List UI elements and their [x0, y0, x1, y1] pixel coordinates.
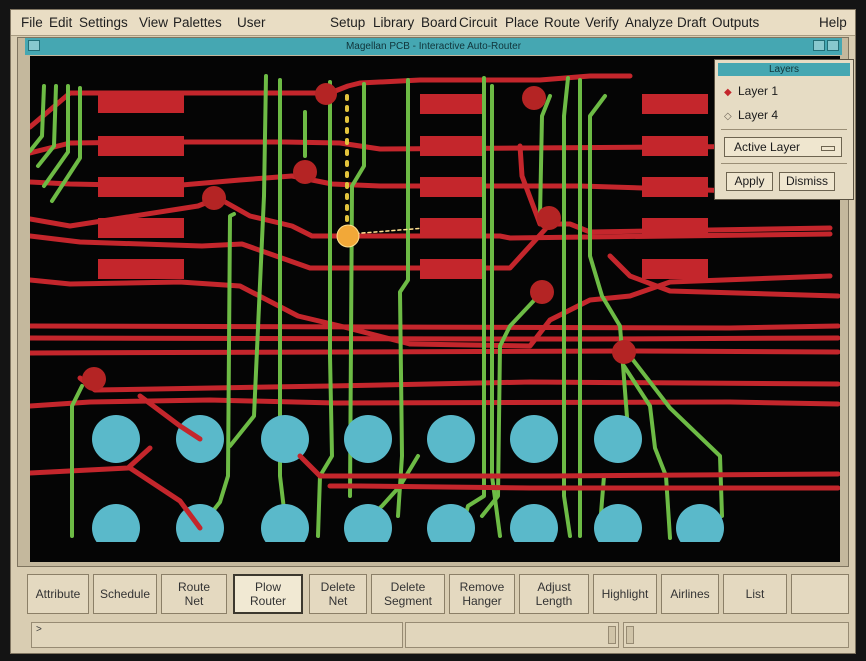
active-layer-label: Active Layer	[734, 140, 801, 154]
option-menu-indicator-icon	[821, 146, 835, 151]
menu-view[interactable]: View	[139, 15, 168, 30]
menu-palettes[interactable]: Palettes	[173, 15, 222, 30]
airlines-button[interactable]: Airlines	[661, 574, 719, 614]
layer-4-label: Layer 4	[738, 108, 779, 122]
menu-place[interactable]: Place	[505, 15, 539, 30]
layer-1-radio[interactable]: ◆ Layer 1	[724, 84, 778, 98]
adjust-length-button[interactable]: Adjust Length	[519, 574, 589, 614]
minimize-button[interactable]	[813, 40, 825, 51]
message-field-scroll-icon[interactable]	[626, 626, 634, 644]
menu-analyze[interactable]: Analyze	[625, 15, 673, 30]
command-line[interactable]: >	[31, 622, 403, 648]
menu-settings[interactable]: Settings	[79, 15, 128, 30]
divider	[721, 163, 847, 164]
menu-edit[interactable]: Edit	[49, 15, 72, 30]
layers-dialog-title: Layers	[718, 63, 850, 76]
active-layer-option-menu[interactable]: Active Layer	[724, 137, 842, 157]
divider	[721, 129, 847, 130]
status-field-scroll-icon[interactable]	[608, 626, 616, 644]
menu-board[interactable]: Board	[421, 15, 457, 30]
app-frame: File Edit Settings View Palettes User Se…	[10, 9, 856, 654]
menu-user[interactable]: User	[237, 15, 266, 30]
message-field	[623, 622, 849, 648]
menu-verify[interactable]: Verify	[585, 15, 619, 30]
empty-toolbar-button[interactable]	[791, 574, 849, 614]
plow-router-button[interactable]: Plow Router	[233, 574, 303, 614]
command-toolbar: Attribute Schedule Route Net Plow Router…	[17, 568, 851, 620]
layers-dialog: Layers ◆ Layer 1 ◇ Layer 4 Active Layer Ap…	[714, 59, 854, 200]
menu-bar: File Edit Settings View Palettes User Se…	[11, 10, 855, 36]
menu-route[interactable]: Route	[544, 15, 580, 30]
menu-draft[interactable]: Draft	[677, 15, 706, 30]
window-menu-button[interactable]	[28, 40, 40, 51]
command-prompt: >	[36, 624, 42, 635]
menu-circuit[interactable]: Circuit	[459, 15, 497, 30]
menu-help[interactable]: Help	[819, 15, 847, 30]
attribute-button[interactable]: Attribute	[27, 574, 89, 614]
cursor-via[interactable]	[336, 224, 360, 248]
menu-setup[interactable]: Setup	[330, 15, 365, 30]
selected-diamond-icon: ◆	[724, 87, 732, 98]
window-title: Magellan PCB - Interactive Auto-Router	[345, 41, 522, 52]
list-button[interactable]: List	[723, 574, 787, 614]
menu-library[interactable]: Library	[373, 15, 414, 30]
menu-file[interactable]: File	[21, 15, 43, 30]
highlight-button[interactable]: Highlight	[593, 574, 657, 614]
schedule-button[interactable]: Schedule	[93, 574, 157, 614]
layer-1-label: Layer 1	[738, 84, 779, 98]
status-field	[405, 622, 619, 648]
delete-segment-button[interactable]: Delete Segment	[371, 574, 445, 614]
unselected-diamond-icon: ◇	[724, 111, 732, 122]
delete-net-button[interactable]: Delete Net	[309, 574, 367, 614]
menu-outputs[interactable]: Outputs	[712, 15, 759, 30]
maximize-button[interactable]	[827, 40, 839, 51]
remove-hanger-button[interactable]: Remove Hanger	[449, 574, 515, 614]
pad-escape-trace	[327, 483, 840, 491]
dismiss-button[interactable]: Dismiss	[779, 172, 835, 191]
apply-button[interactable]: Apply	[726, 172, 773, 191]
window-title-bar: Magellan PCB - Interactive Auto-Router	[25, 38, 842, 55]
status-area: >	[17, 622, 849, 652]
layer-4-radio[interactable]: ◇ Layer 4	[724, 108, 778, 122]
route-net-button[interactable]: Route Net	[161, 574, 227, 614]
through-hole-pads	[92, 415, 724, 552]
